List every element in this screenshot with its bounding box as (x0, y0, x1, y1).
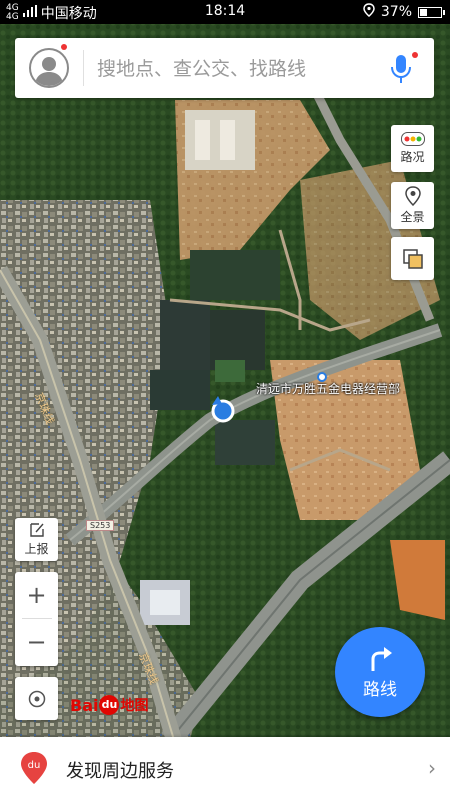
du-pin-icon: du (21, 752, 47, 784)
logo-bai: Bai (70, 695, 99, 715)
status-bar: 4G 4G 中国移动 18:14 37% (0, 0, 450, 24)
route-button[interactable]: 路线 (335, 627, 425, 717)
search-input[interactable] (97, 56, 357, 82)
mic-notification-dot (412, 52, 418, 58)
nearby-services-bar[interactable]: du 发现周边服务 › (0, 737, 450, 800)
battery-percent: 37% (380, 4, 412, 20)
layers-button[interactable] (391, 237, 434, 280)
search-bar (15, 38, 434, 98)
panorama-button[interactable]: 全景 (391, 182, 434, 229)
report-label: 上报 (24, 542, 49, 556)
traffic-light-icon (400, 132, 425, 146)
microphone-icon[interactable] (388, 53, 414, 85)
avatar[interactable] (29, 48, 69, 88)
notification-dot (61, 44, 67, 50)
zoom-out-button[interactable]: − (15, 619, 58, 665)
locate-button[interactable] (15, 677, 58, 720)
zoom-in-button[interactable]: + (15, 572, 58, 618)
status-right: 37% (363, 3, 445, 21)
user-icon (35, 57, 63, 86)
road-shield: S253 (86, 520, 115, 531)
battery-fill (420, 8, 428, 16)
logo-du: du (101, 698, 118, 711)
zoom-control: + − (15, 572, 58, 666)
report-button[interactable]: 上报 (15, 518, 58, 561)
nearby-services-label: 发现周边服务 (66, 761, 174, 782)
poi-label[interactable]: 清远市万胜五金电器经营部 (256, 380, 400, 397)
traffic-button[interactable]: 路况 (391, 125, 434, 172)
baidu-logo: Bai du 地图 (70, 695, 148, 715)
chevron-right-icon: › (428, 756, 436, 780)
panorama-label: 全景 (400, 210, 425, 224)
turn-arrow-icon (371, 646, 392, 671)
logo-ditu: 地图 (120, 698, 149, 714)
route-label: 路线 (363, 679, 397, 700)
location-icon (363, 3, 375, 21)
du-badge-text: du (28, 760, 41, 771)
edit-icon (29, 523, 44, 537)
traffic-label: 路况 (400, 150, 425, 164)
layers-icon (402, 248, 423, 269)
locate-icon (28, 690, 45, 707)
logo-paw-icon: du (99, 695, 120, 715)
battery-icon (418, 6, 445, 18)
divider (83, 50, 84, 86)
panorama-pin-icon (404, 186, 421, 206)
